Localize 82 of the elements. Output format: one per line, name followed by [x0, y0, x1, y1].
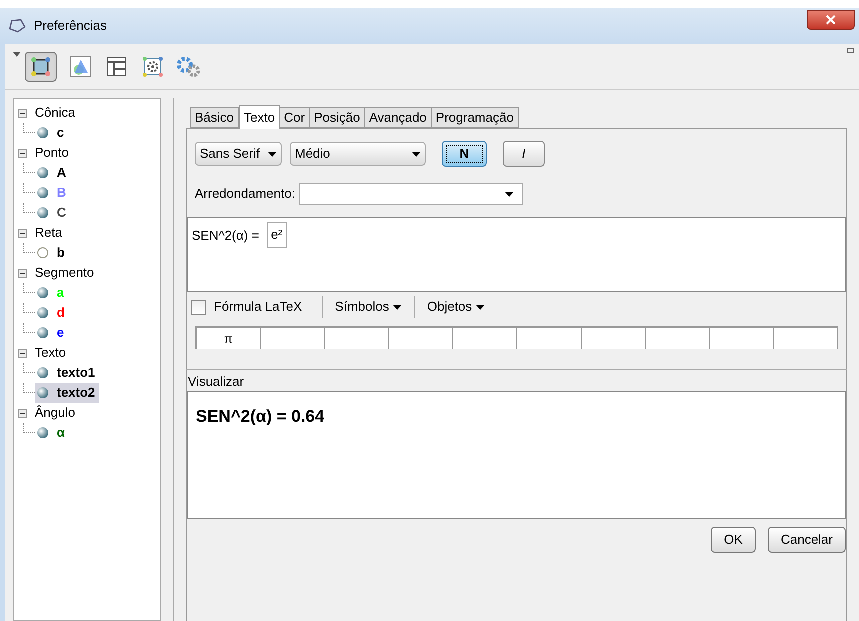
editor-text: SEN^2(α) = — [192, 227, 260, 245]
collapse-icon[interactable] — [18, 228, 27, 238]
ball-icon — [37, 167, 49, 179]
bold-button[interactable]: N — [442, 141, 487, 167]
item-label: b — [57, 244, 65, 262]
tab[interactable]: Texto — [239, 105, 280, 129]
tree-item[interactable]: d — [35, 303, 69, 323]
item-label: c — [57, 124, 64, 142]
dropdown-arrow-icon[interactable] — [13, 52, 21, 57]
ball-icon — [37, 307, 49, 319]
ball-icon — [37, 367, 49, 379]
font-family-dropdown[interactable]: Sans Serif — [195, 142, 282, 166]
gear-square-icon — [142, 56, 164, 78]
italic-button[interactable]: I — [502, 141, 545, 167]
dialog-button[interactable]: Cancelar — [768, 527, 846, 553]
pin-icon[interactable] — [847, 48, 855, 56]
item-label: e — [57, 324, 64, 342]
tree-group[interactable]: Cônica — [35, 103, 76, 123]
toolbar-button[interactable] — [25, 52, 57, 82]
caret-icon — [412, 152, 421, 156]
square-points-icon — [30, 56, 52, 78]
dialog-button[interactable]: OK — [711, 527, 756, 553]
ball-icon — [37, 207, 49, 219]
collapse-icon[interactable] — [18, 108, 27, 118]
tree-group[interactable]: Segmento — [35, 263, 94, 283]
rounding-label: Arredondamento: — [195, 185, 296, 204]
tree-group[interactable]: Reta — [35, 223, 62, 243]
ball-icon — [37, 287, 49, 299]
tree-item[interactable]: texto2 — [35, 383, 100, 403]
tab[interactable]: Cor — [280, 107, 310, 128]
tree-item[interactable]: C — [35, 203, 70, 223]
font-size-dropdown[interactable]: Médio — [290, 142, 426, 166]
tree-item[interactable]: A — [35, 163, 70, 183]
layout-icon — [106, 56, 128, 78]
item-label: A — [57, 164, 66, 182]
tree-group[interactable]: Ângulo — [35, 403, 76, 423]
ball-icon — [37, 327, 49, 339]
tree-item[interactable]: e — [35, 323, 68, 343]
tree-item[interactable]: α — [35, 423, 69, 443]
tab[interactable]: Básico — [190, 107, 240, 128]
item-label: texto1 — [57, 364, 96, 382]
item-label: α — [57, 424, 65, 442]
tab[interactable]: Programação — [432, 107, 519, 128]
item-label: texto2 — [57, 384, 96, 402]
ball-icon — [37, 187, 49, 199]
ball-icon — [37, 427, 49, 439]
tab[interactable]: Posição — [310, 107, 366, 128]
ball-icon — [37, 387, 49, 399]
collapse-icon[interactable] — [18, 268, 27, 278]
symbol-cell[interactable]: π — [197, 328, 262, 349]
tree-item[interactable]: b — [35, 243, 69, 263]
close-icon — [826, 15, 836, 25]
tree-item[interactable]: texto1 — [35, 363, 100, 383]
collapse-icon[interactable] — [18, 148, 27, 158]
gears-icon — [176, 56, 202, 78]
caret-icon — [505, 192, 514, 196]
item-label: B — [57, 184, 66, 202]
window-title: Preferências — [34, 17, 108, 36]
caret-icon — [268, 152, 277, 156]
menu-button[interactable]: Símbolos — [323, 297, 414, 317]
tree-group[interactable]: Ponto — [35, 143, 69, 163]
text-editor[interactable]: SEN^2(α) = e² — [187, 217, 846, 292]
item-label: a — [57, 284, 64, 302]
latex-label: Fórmula LaTeX — [214, 298, 302, 316]
item-label: d — [57, 304, 65, 322]
rounding-dropdown[interactable] — [299, 183, 524, 205]
caret-icon — [393, 304, 402, 310]
collapse-icon[interactable] — [18, 408, 27, 418]
tree-item[interactable]: c — [35, 123, 68, 143]
preview-text: SEN^2(α) = 0.64 — [196, 407, 325, 426]
latex-checkbox[interactable] — [191, 300, 206, 314]
caret-icon — [476, 304, 486, 310]
polygon-icon — [8, 18, 26, 34]
circle-icon — [37, 247, 49, 259]
item-label: C — [57, 204, 66, 222]
object-field[interactable]: e² — [267, 222, 287, 248]
tab[interactable]: Avançado — [365, 107, 432, 128]
collapse-icon[interactable] — [18, 348, 27, 358]
tree-group[interactable]: Texto — [35, 343, 66, 363]
close-button[interactable] — [807, 10, 855, 30]
ball-icon — [37, 127, 49, 139]
menu-button[interactable]: Objetos — [415, 297, 498, 317]
